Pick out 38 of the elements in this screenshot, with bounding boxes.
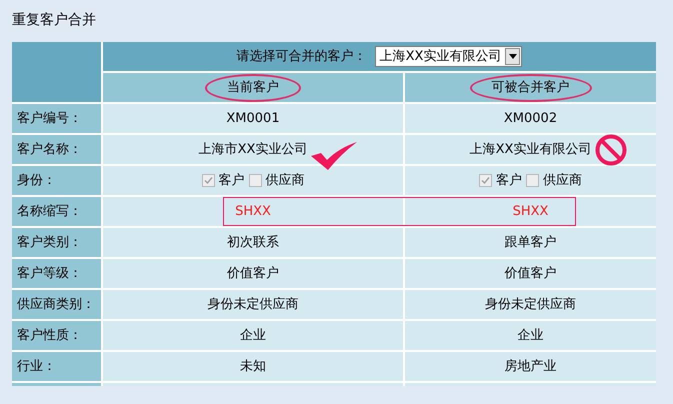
table-cell: 价值客户 [227,266,279,281]
checkbox-label: 供应商 [266,172,304,190]
table-cell: 未知 [240,358,266,374]
column-header: 可被合并客户 [470,74,592,102]
checkbox-label: 客户 [496,172,522,190]
selector-label: 请选择可合并的客户： [236,48,367,66]
customer-select[interactable]: 上海XX实业有限公司 [374,46,522,67]
column-header: 当前客户 [205,74,301,102]
row-label: 客户性质： [17,326,82,345]
row-label: 名称缩写： [17,202,82,221]
row-label: 身份： [17,172,56,190]
row-label: 供应商类别： [17,296,95,314]
table-cell: 跟单客户 [504,234,556,250]
row-label: 行业： [17,358,56,376]
table-cell-text: SHXX [235,202,271,221]
table-cell-text: SHXX [512,202,548,221]
checkbox-label: 供应商 [543,172,582,190]
table-cell: 房地产业 [504,358,556,374]
row-label: 客户类别： [17,234,82,252]
table-cell: XM0001 [226,110,280,126]
checkbox-label: 客户 [218,172,244,190]
table-cell: 上海XX实业有限公司 [470,142,592,157]
table-cell: 身份未定供应商 [208,296,298,312]
check-icon [204,176,212,185]
table-cell: 企业 [240,328,266,343]
row-label: 客户名称： [17,140,82,159]
page-title: 重复客户合并 [12,11,97,30]
row-label: 客户编号： [17,110,82,128]
row-label: 客户等级： [17,264,82,283]
table-cell: 企业 [518,328,544,343]
caret-icon [508,54,517,59]
table-cell: 身份未定供应商 [485,296,576,312]
dropdown-button[interactable] [505,48,520,65]
table-cell: 初次联系 [227,234,279,250]
table-cell: 价值客户 [504,266,556,281]
table-cell: XM0002 [504,110,558,126]
table-cell: 上海市XX实业公司 [198,142,308,157]
check-icon [481,176,490,185]
